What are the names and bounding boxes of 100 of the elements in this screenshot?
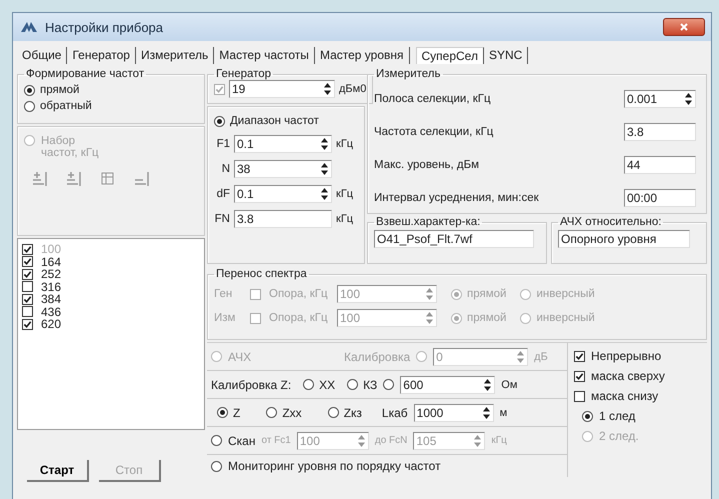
checkbox[interactable] (22, 281, 33, 292)
radio-button[interactable] (582, 410, 593, 422)
checkbox[interactable] (22, 244, 33, 255)
spin-arrows-icon[interactable] (320, 162, 329, 176)
list-item[interactable]: 384 (41, 292, 62, 306)
spin-arrows-icon[interactable] (320, 186, 329, 200)
radio-label: Z (233, 406, 240, 420)
list-item[interactable]: 436 (41, 304, 62, 319)
checkbox[interactable] (22, 306, 33, 318)
group-title: Измеритель (375, 68, 442, 80)
list-item[interactable]: 316 (41, 280, 62, 294)
spin-arrows-icon[interactable] (320, 136, 329, 150)
tab[interactable]: Общие (17, 47, 68, 64)
tab[interactable]: Измеритель (136, 47, 214, 64)
checkbox-label: Опора, кГц (269, 288, 329, 300)
group-title: АЧХ относительно: (559, 216, 662, 228)
field-label: Интервал усреднения, мин:сек (374, 192, 539, 204)
spin-field[interactable]: 600 (400, 376, 496, 394)
close-button[interactable] (663, 18, 705, 36)
radio-button[interactable] (217, 407, 228, 418)
checkbox[interactable] (574, 370, 585, 382)
unit-label: кГц (336, 138, 354, 150)
checkbox[interactable] (574, 390, 585, 402)
radio-label: 2 след. (599, 429, 639, 443)
unit-label: кГц (336, 212, 354, 224)
field-label: до FсN (374, 435, 408, 446)
text-field[interactable]: Опорного уровня (558, 230, 690, 248)
radio-label: обратный (40, 100, 92, 112)
radio-button[interactable] (24, 100, 35, 112)
unit-label: м (500, 406, 508, 418)
spin-field[interactable]: 0.1 (234, 184, 332, 202)
unit-label: дБ (534, 350, 548, 362)
unit-label: кГц (336, 188, 354, 200)
checkbox[interactable] (22, 268, 33, 280)
button[interactable]: Старт (27, 460, 89, 482)
list-edit-icon (132, 169, 152, 189)
field-label: Lкаб (382, 406, 408, 420)
radio-label: прямой (467, 312, 506, 324)
row-label: Изм (214, 312, 236, 324)
text-field[interactable]: 44 (624, 156, 696, 174)
checkbox-label: маска снизу (591, 389, 658, 403)
radio-button[interactable] (303, 379, 314, 390)
tab[interactable]: Мастер уровня (314, 47, 410, 64)
checkbox-label: маска сверху (591, 369, 665, 383)
tab[interactable]: SYNC (484, 47, 528, 64)
tab[interactable]: Мастер частоты (214, 47, 315, 64)
spin-field[interactable]: 1000 (414, 404, 494, 422)
field-label: от Fс1 (261, 435, 291, 446)
radio-button[interactable] (347, 379, 358, 390)
radio-button[interactable] (383, 379, 394, 390)
checkbox[interactable] (574, 350, 585, 362)
radio-label: Диапазон частот (230, 115, 319, 127)
list-item[interactable]: 252 (41, 267, 62, 282)
text-field[interactable]: O41_Psof_Flt.7wf (374, 230, 534, 248)
radio-button[interactable] (266, 407, 278, 418)
spin-arrows-icon[interactable] (323, 82, 332, 96)
radio-label: инверсный (536, 312, 595, 324)
field-label: N (220, 162, 230, 174)
radio-label: прямой (467, 288, 506, 300)
radio-label: КЗ (363, 378, 378, 392)
radio-label: Скан (228, 434, 256, 448)
spin-field[interactable]: 0.1 (234, 134, 332, 152)
tab[interactable]: СуперСел (416, 47, 484, 64)
text-field[interactable]: 3.8 (234, 210, 332, 228)
tab[interactable]: Генератор (67, 47, 136, 64)
text-field[interactable]: 3.8 (624, 122, 696, 140)
radio-label: Набор частот, кГц (41, 135, 100, 159)
checkbox-label: Опора, кГц (269, 312, 329, 324)
radio-label: Zкз (344, 406, 362, 420)
checkbox-label: Непрерывно (591, 349, 662, 363)
radio-label: ХХ (319, 378, 336, 392)
close-icon (679, 22, 689, 32)
radio-button[interactable] (211, 460, 222, 472)
radio-label: Калибровка (344, 350, 410, 364)
app-logo-icon (19, 20, 39, 34)
spin-arrows-icon[interactable] (483, 378, 492, 392)
text-field[interactable]: 00:00 (624, 188, 696, 206)
radio-label: Zxx (282, 406, 302, 420)
window-title: Настройки прибора (45, 20, 164, 34)
field-label: FN (214, 212, 230, 224)
spin-field[interactable]: 0.001 (624, 90, 696, 108)
spin-arrows-icon[interactable] (684, 92, 693, 106)
radio-button[interactable] (24, 84, 35, 96)
list-edit-icon (30, 169, 50, 189)
row-label: Ген (214, 288, 234, 300)
list-item[interactable]: 164 (41, 254, 62, 269)
spin-field[interactable]: 38 (234, 160, 332, 178)
group-title: Генератор (215, 68, 272, 80)
spin-arrows-icon[interactable] (482, 406, 491, 420)
unit-label: дБм0 (339, 83, 366, 95)
radio-label: АЧХ (228, 350, 252, 364)
list-item[interactable]: 620 (41, 317, 62, 332)
checkbox[interactable] (22, 318, 33, 330)
radio-label: 1 след (599, 409, 636, 423)
checkbox[interactable] (22, 256, 33, 268)
radio-button[interactable] (214, 116, 225, 126)
unit-label: кГц (491, 435, 507, 446)
radio-button[interactable] (328, 407, 339, 418)
radio-button[interactable] (211, 435, 222, 446)
checkbox[interactable] (22, 294, 33, 305)
